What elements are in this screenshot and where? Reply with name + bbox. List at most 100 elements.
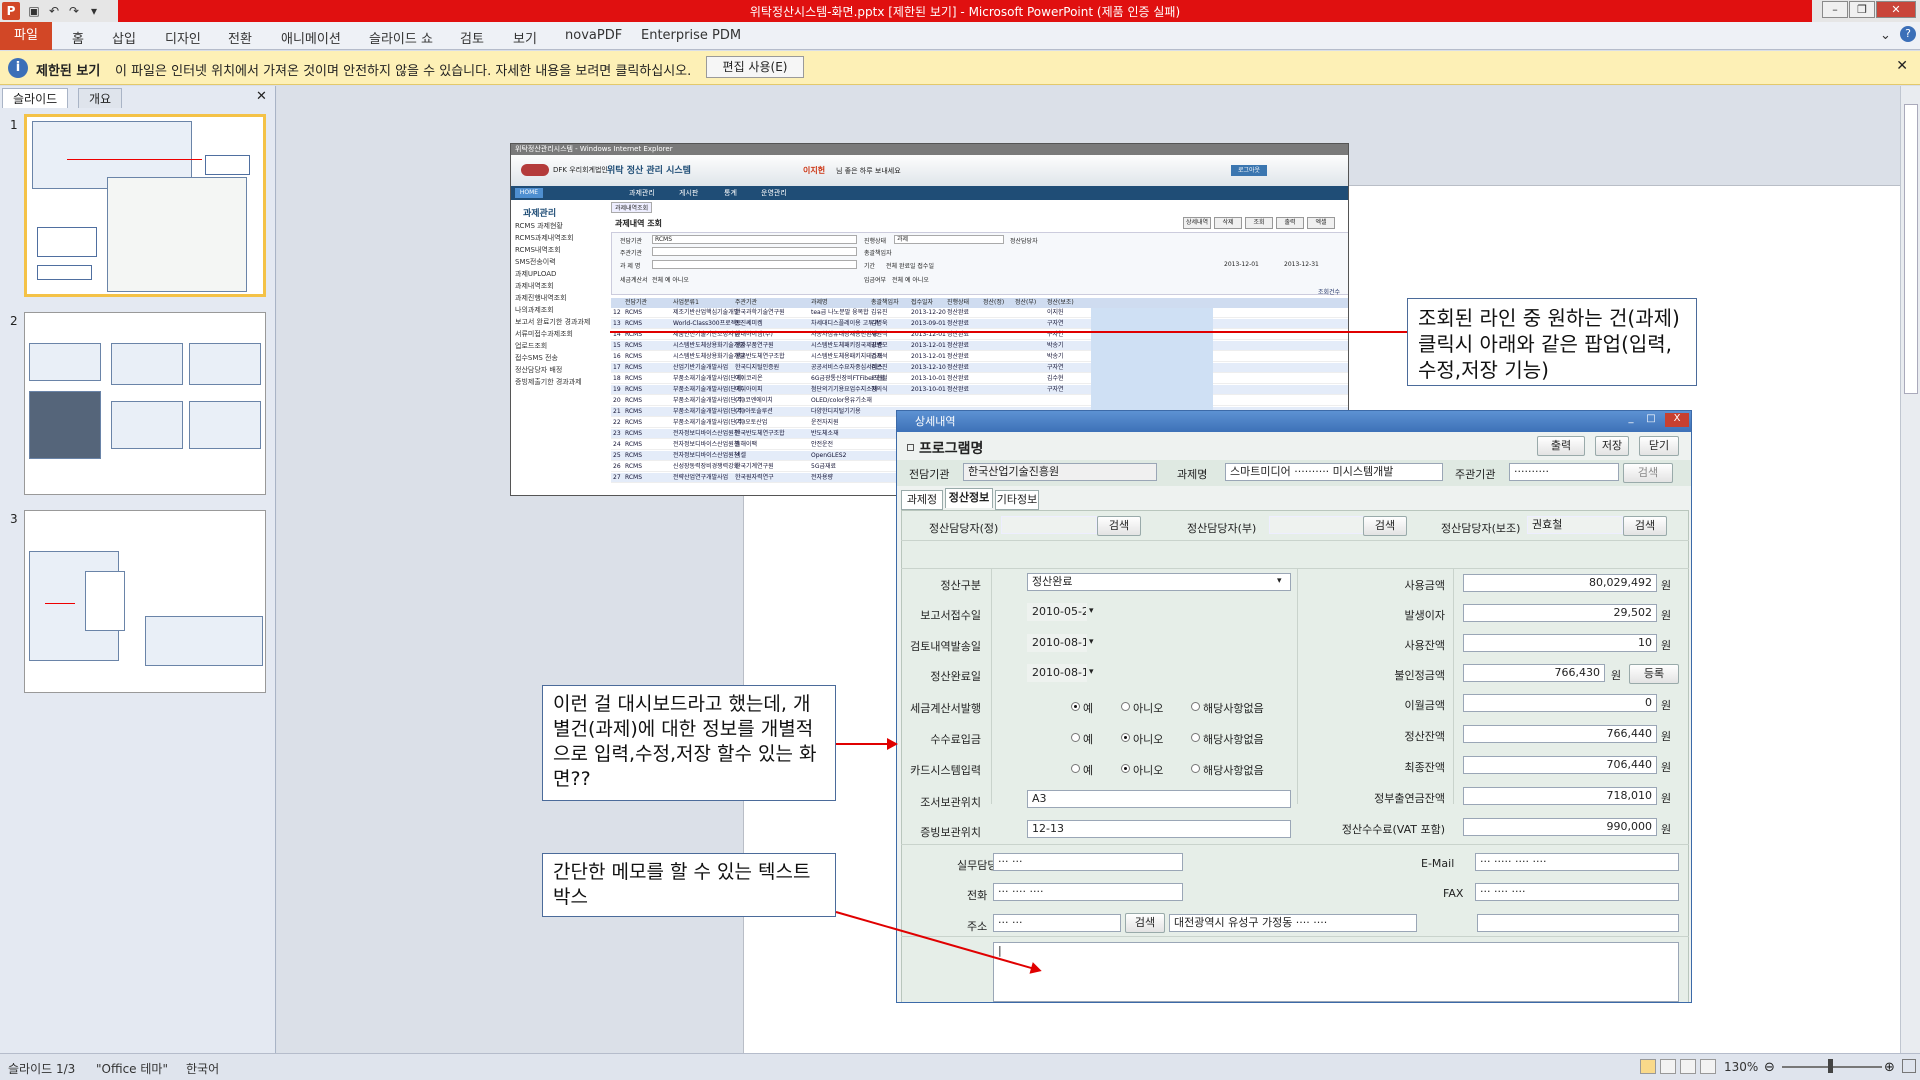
zoom-level[interactable]: 130% — [1724, 1060, 1758, 1074]
shot2-review-date[interactable]: 2010-08-13 — [1027, 634, 1087, 652]
zoom-slider-thumb[interactable] — [1828, 1059, 1833, 1073]
shot1-date-from[interactable]: 2013-12-01 — [1224, 261, 1259, 268]
zoom-out-icon[interactable]: ⊖ — [1764, 1060, 1775, 1075]
tab-slideshow[interactable]: 슬라이드 쇼 — [369, 28, 433, 47]
protected-view-message[interactable]: 이 파일은 인터넷 위치에서 가져온 것이며 안전하지 않을 수 있습니다. 자… — [115, 60, 691, 79]
scrollbar-thumb[interactable] — [1904, 104, 1918, 394]
shot2-done-date[interactable]: 2010-08-18 — [1027, 664, 1087, 682]
minimize-button[interactable]: – — [1822, 1, 1848, 18]
shot1-project-input[interactable] — [652, 260, 857, 269]
tab-file[interactable]: 파일 — [0, 22, 52, 50]
save-icon[interactable]: ▣ — [26, 3, 42, 19]
shot2-close-icon[interactable]: X — [1665, 413, 1689, 427]
shot2-email-input[interactable]: ··· ····· ···· ···· — [1475, 853, 1679, 871]
tab-enterprise-pdm[interactable]: Enterprise PDM — [641, 28, 741, 43]
shot1-nav-item[interactable]: 과제관리 — [629, 188, 655, 198]
shot2-register-button[interactable]: 등록 — [1629, 664, 1679, 684]
shot2-addr-input[interactable]: 대전광역시 유성구 가정동 ···· ···· — [1169, 914, 1417, 932]
tab-design[interactable]: 디자인 — [165, 28, 201, 47]
radio-no[interactable] — [1121, 702, 1130, 711]
shot1-status-select[interactable]: 과제 — [894, 235, 1004, 244]
shot1-nav-home[interactable]: HOME — [515, 188, 543, 198]
shot1-side-item[interactable]: 업로드조회 — [515, 341, 547, 351]
shot2-host-input[interactable]: ·········· — [1509, 463, 1619, 481]
status-language[interactable]: 한국어 — [186, 1060, 219, 1077]
shot1-side-item[interactable]: 정산담당자 배정 — [515, 365, 562, 375]
shot1-period-options[interactable]: 전체 완료일 접수일 — [886, 261, 934, 270]
slide-sorter-icon[interactable] — [1660, 1059, 1676, 1074]
shot2-mgr-aux-input[interactable]: 권효철 — [1527, 516, 1623, 534]
amount-input[interactable]: 766,430 — [1463, 664, 1605, 682]
tab-view[interactable]: 보기 — [513, 28, 537, 47]
radio-yes[interactable] — [1071, 764, 1080, 773]
normal-view-icon[interactable] — [1640, 1059, 1656, 1074]
shot1-nav-item[interactable]: 게시판 — [679, 188, 698, 198]
shot1-print-button[interactable]: 출력 — [1276, 217, 1304, 229]
shot1-side-item[interactable]: RCMS내역조회 — [515, 245, 561, 255]
customize-qat-icon[interactable]: ▾ — [86, 3, 102, 19]
shot2-mgr-aux-search-button[interactable]: 검색 — [1623, 516, 1667, 536]
tab-animations[interactable]: 애니메이션 — [281, 28, 341, 47]
amount-input[interactable]: 718,010 — [1463, 787, 1657, 805]
slide-thumbnail-2[interactable] — [24, 312, 266, 495]
shot2-close-button[interactable]: 닫기 — [1639, 436, 1679, 456]
shot1-side-item[interactable]: 서류미접수과제조회 — [515, 329, 573, 339]
amount-input[interactable]: 80,029,492 — [1463, 574, 1657, 592]
ribbon-expand-icon[interactable]: ⌄ — [1880, 28, 1891, 43]
shot1-side-item[interactable]: 과제내역조회 — [515, 281, 554, 291]
table-row[interactable]: 17 RCMS 산업기반기술개발사업 한국디지털인증원 공공서비스수요자중심서비스 김은진… — [611, 363, 1348, 373]
shot1-side-item[interactable]: 과제UPLOAD — [515, 269, 556, 279]
shot1-search-button[interactable]: 조회 — [1245, 217, 1273, 229]
shot2-memo-textbox[interactable]: | — [993, 942, 1679, 1002]
shot2-mgr-main-search-button[interactable]: 검색 — [1097, 516, 1141, 536]
amount-input[interactable]: 766,440 — [1463, 725, 1657, 743]
radio-na[interactable] — [1191, 733, 1200, 742]
close-icon[interactable]: ✕ — [1896, 58, 1908, 74]
table-row[interactable]: 18 RCMS 부품소재기술개발사업(단기) 에이코리온 6G급광통신장비FTFiber… — [611, 374, 1348, 384]
slideshow-icon[interactable] — [1700, 1059, 1716, 1074]
tab-home[interactable]: 홈 — [72, 28, 84, 47]
powerpoint-logo-icon[interactable]: P — [2, 2, 20, 20]
shot2-report-date[interactable]: 2010-05-24 — [1027, 603, 1087, 621]
table-row[interactable]: 15 RCMS 시스템반도체상용화기술개발 전자부품연구원 시스템반도체패키징국제표준 강… — [611, 341, 1348, 351]
shot2-minimize-icon[interactable]: _ — [1623, 413, 1639, 427]
close-window-button[interactable]: ✕ — [1876, 1, 1916, 18]
shot1-deposit-options[interactable]: 전체 예 아니오 — [892, 275, 929, 284]
maximize-button[interactable]: ❐ — [1849, 1, 1875, 18]
shot2-mgr-sub-input[interactable] — [1269, 516, 1365, 534]
shot1-date-to[interactable]: 2013-12-31 — [1284, 261, 1319, 268]
chevron-down-icon[interactable]: ▾ — [1089, 606, 1094, 616]
shot2-staff-input[interactable]: ··· ··· — [993, 853, 1183, 871]
shot2-mgr-main-input[interactable] — [1001, 516, 1097, 534]
undo-icon[interactable]: ↶ — [46, 3, 62, 19]
tab-transitions[interactable]: 전환 — [228, 28, 252, 47]
shot2-addr-detail-input[interactable] — [1477, 914, 1679, 932]
shot2-project-input[interactable]: 스마트미디어 ·········· 미시스템개발 — [1225, 463, 1443, 481]
close-pane-icon[interactable]: ✕ — [256, 89, 267, 104]
shot1-side-item[interactable]: RCMS 과제현황 — [515, 221, 563, 231]
shot1-agency-select[interactable]: RCMS — [652, 235, 857, 244]
shot2-save-button[interactable]: 저장 — [1595, 436, 1629, 456]
chevron-down-icon[interactable]: ▾ — [1089, 637, 1094, 647]
shot1-nav-item[interactable]: 운영관리 — [761, 188, 787, 198]
amount-input[interactable]: 990,000 — [1463, 818, 1657, 836]
shot2-fax-input[interactable]: ··· ···· ···· — [1475, 883, 1679, 901]
shot2-agency-input[interactable]: 한국산업기술진흥원 — [963, 463, 1157, 481]
slide-thumbnail-3[interactable] — [24, 510, 266, 693]
shot1-side-item[interactable]: RCMS과제내역조회 — [515, 233, 574, 243]
radio-na[interactable] — [1191, 764, 1200, 773]
shot1-detail-button[interactable]: 상세내역 — [1183, 217, 1211, 229]
shot1-nav-item[interactable]: 통계 — [724, 188, 737, 198]
shot2-phone-input[interactable]: ··· ···· ···· — [993, 883, 1183, 901]
shot1-side-item[interactable]: 접수SMS 전송 — [515, 353, 558, 363]
shot2-print-button[interactable]: 출력 — [1537, 436, 1585, 456]
table-row[interactable]: 20 RCMS 부품소재기술개발사업(단기) (주)코엔에이치 OLED/color용유… — [611, 396, 1348, 406]
shot1-side-item[interactable]: 보고서 완료기한 경과과제 — [515, 317, 590, 327]
shot1-host-input[interactable] — [652, 247, 857, 256]
status-theme[interactable]: "Office 테마" — [96, 1060, 168, 1077]
radio-no[interactable] — [1121, 764, 1130, 773]
chevron-down-icon[interactable]: ▾ — [1277, 576, 1282, 586]
shot1-count-link[interactable]: 조회건수 — [1318, 287, 1340, 296]
vertical-scrollbar[interactable] — [1900, 86, 1920, 1053]
shot2-mgr-sub-search-button[interactable]: 검색 — [1363, 516, 1407, 536]
